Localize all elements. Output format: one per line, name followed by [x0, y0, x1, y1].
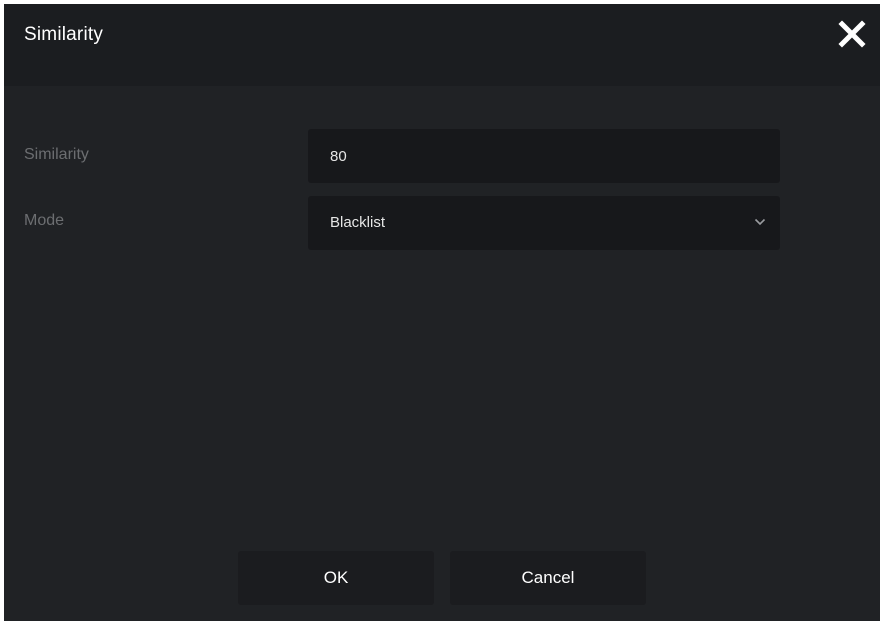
mode-select[interactable]: Blacklist [308, 196, 780, 250]
similarity-label: Similarity [24, 146, 89, 163]
close-icon [838, 20, 866, 48]
chevron-down-icon [754, 218, 766, 226]
close-button[interactable] [836, 18, 868, 50]
mode-select-value: Blacklist [330, 214, 386, 231]
dialog-title: Similarity [24, 24, 104, 45]
mode-label: Mode [24, 212, 65, 229]
similarity-field-container [308, 129, 780, 183]
similarity-dialog: Similarity Similarity Mode Blacklist OK … [4, 4, 880, 621]
similarity-input[interactable] [308, 129, 780, 183]
dialog-titlebar: Similarity [4, 4, 880, 86]
ok-button[interactable]: OK [238, 551, 434, 605]
cancel-button[interactable]: Cancel [450, 551, 646, 605]
